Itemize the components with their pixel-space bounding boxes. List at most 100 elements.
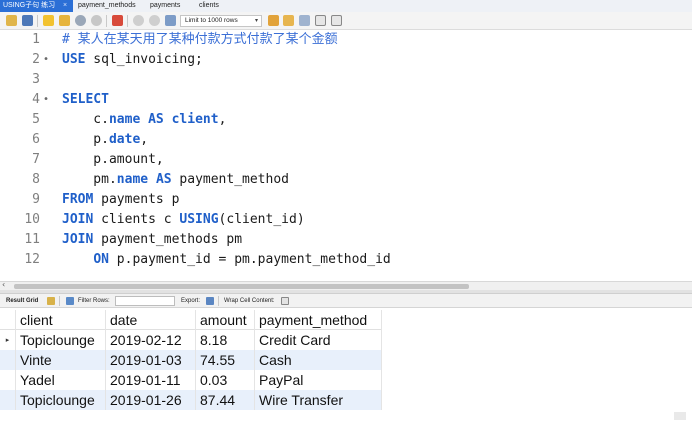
line-number: 12 [24,252,40,267]
code-text[interactable]: pm.name AS payment_method [62,170,289,190]
filter-rows-input[interactable] [115,296,175,306]
result-grid: client date amount payment_method ▸ Topicloun… [0,310,692,422]
table-cell[interactable]: Yadel [16,370,55,390]
query-tab-bar: USING子句 练习 × payment_methods payments cl… [0,0,692,12]
toggle-autocommit-icon[interactable] [112,15,123,26]
tab-payments[interactable]: payments [150,0,180,12]
code-line[interactable]: 7 p.amount, [0,150,692,170]
table-cell[interactable]: 2019-01-03 [106,350,182,370]
search-icon[interactable] [299,15,310,26]
code-text[interactable]: FROM payments p [62,190,179,210]
code-line[interactable]: 6 p.date, [0,130,692,150]
code-line[interactable]: 9 FROM payments p [0,190,692,210]
line-number: 11 [24,232,40,247]
code-text[interactable]: # 某人在某天用了某种付款方式付款了某个金额 [62,30,338,50]
current-row-icon: ▸ [5,336,10,344]
wrap-cell-icon[interactable] [281,297,289,305]
column-divider [381,310,382,410]
table-cell[interactable]: 2019-01-26 [106,390,182,410]
code-text[interactable]: c.name AS client, [62,110,226,130]
chevron-down-icon: ▾ [254,18,258,24]
editor-horizontal-scrollbar[interactable]: ‹ [0,280,692,290]
result-toolbar: Result Grid Filter Rows: Export: Wrap Ce… [0,294,692,308]
folder-open-icon[interactable] [6,15,17,26]
table-row[interactable]: Yadel 2019-01-11 0.03 PayPal [0,370,382,390]
code-text[interactable]: SELECT [62,90,109,110]
invisible-chars-icon[interactable] [315,15,326,26]
column-header-date[interactable]: date [106,310,137,330]
limit-rows-select[interactable]: Limit to 1000 rows ▾ [180,15,262,27]
export-icon[interactable] [206,297,214,305]
table-row[interactable]: Topiclounge 2019-01-26 87.44 Wire Transfer [0,390,382,410]
line-number: 3 [32,72,40,87]
commit-icon[interactable] [133,15,144,26]
tab-clients[interactable]: clients [199,0,219,12]
code-line[interactable]: 4 • SELECT [0,90,692,110]
toggle-output-icon[interactable] [165,15,176,26]
code-line[interactable]: 11 JOIN payment_methods pm [0,230,692,250]
table-row[interactable]: ▸ Topiclounge 2019-02-12 8.18 Credit Card [0,330,382,350]
column-header-amount[interactable]: amount [196,310,247,330]
scrollbar-thumb[interactable] [14,284,469,289]
code-line[interactable]: 10 JOIN clients c USING(client_id) [0,210,692,230]
table-cell[interactable]: Wire Transfer [255,390,343,410]
table-cell[interactable]: PayPal [255,370,303,390]
beautify-icon[interactable] [268,15,279,26]
toolbar-divider [37,15,38,27]
code-line[interactable]: 2 • USE sql_invoicing; [0,50,692,70]
tab-using-exercise[interactable]: USING子句 练习 × [0,0,73,12]
explain-icon[interactable] [75,15,86,26]
stop-icon[interactable] [91,15,102,26]
table-cell[interactable]: 2019-02-12 [106,330,182,350]
code-text[interactable]: p.amount, [62,150,163,170]
line-number: 9 [32,192,40,207]
column-header-payment-method[interactable]: payment_method [255,310,367,330]
table-cell[interactable]: 2019-01-11 [106,370,181,390]
code-text[interactable]: ON p.payment_id = pm.payment_method_id [62,250,390,270]
tab-label: clients [199,2,219,9]
code-line[interactable]: 1 # 某人在某天用了某种付款方式付款了某个金额 [0,30,692,50]
sql-editor[interactable]: 1 # 某人在某天用了某种付款方式付款了某个金额 2 • USE sql_invoici… [0,30,692,280]
table-cell[interactable]: Vinte [16,350,52,370]
code-text[interactable]: JOIN clients c USING(client_id) [62,210,305,230]
limit-rows-value: Limit to 1000 rows [185,17,238,24]
table-cell[interactable]: 87.44 [196,390,235,410]
scroll-left-icon[interactable]: ‹ [2,280,5,289]
table-cell[interactable]: 0.03 [196,370,227,390]
code-line[interactable]: 12 ON p.payment_id = pm.payment_method_i… [0,250,692,270]
rollback-icon[interactable] [149,15,160,26]
toolbar-divider [59,296,60,306]
wrap-icon[interactable] [331,15,342,26]
code-text[interactable]: USE sql_invoicing; [62,50,203,70]
fold-marker-icon[interactable]: • [43,90,49,110]
save-icon[interactable] [22,15,33,26]
code-line[interactable]: 8 pm.name AS payment_method [0,170,692,190]
column-header-client[interactable]: client [16,310,53,330]
line-number: 1 [32,32,40,47]
code-text[interactable]: JOIN payment_methods pm [62,230,242,250]
table-cell[interactable]: Cash [255,350,292,370]
code-line[interactable]: 5 c.name AS client, [0,110,692,130]
tab-label: payments [150,2,181,9]
table-cell[interactable]: 8.18 [196,330,227,350]
resize-corner[interactable] [674,412,686,420]
table-cell[interactable]: Topiclounge [16,390,95,410]
code-text[interactable]: p.date, [62,130,148,150]
close-icon[interactable]: × [63,0,67,12]
column-divider [195,310,196,410]
grid-icon[interactable] [47,297,55,305]
table-cell[interactable]: 74.55 [196,350,235,370]
execute-current-icon[interactable] [59,15,70,26]
tab-payment-methods[interactable]: payment_methods [78,0,136,12]
table-row[interactable]: Vinte 2019-01-03 74.55 Cash [0,350,382,370]
execute-icon[interactable] [43,15,54,26]
sql-editor-toolbar: Limit to 1000 rows ▾ [0,12,692,30]
filter-rows-label: Filter Rows: [78,298,110,304]
find-icon[interactable] [283,15,294,26]
result-grid-label[interactable]: Result Grid [6,294,38,308]
fold-marker-icon[interactable]: • [43,50,49,70]
code-line[interactable]: 3 [0,70,692,90]
table-cell[interactable]: Credit Card [255,330,331,350]
table-cell[interactable]: Topiclounge [16,330,95,350]
line-number: 4 [32,92,40,107]
